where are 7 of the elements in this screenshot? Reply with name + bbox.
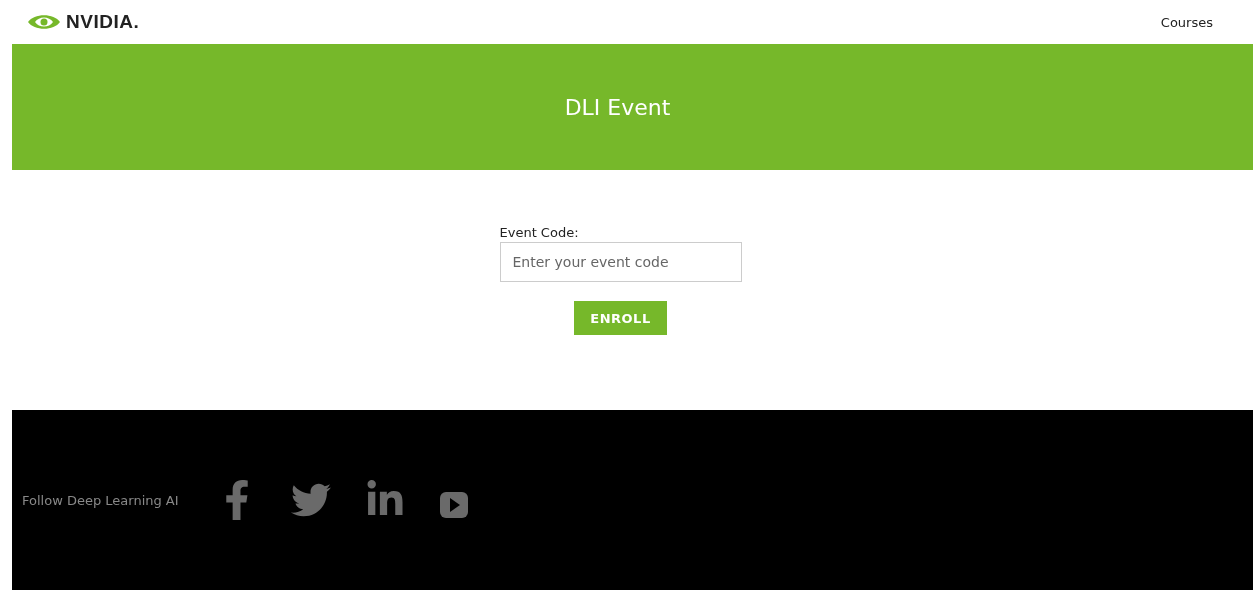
page-title: DLI Event	[564, 94, 672, 120]
courses-link[interactable]: Courses	[1160, 14, 1213, 30]
follow-text: Follow Deep Learning AI	[22, 492, 179, 508]
logo-wordmark: NVIDIA.	[66, 11, 140, 33]
logo-icon	[26, 12, 62, 32]
event-code-field[interactable]: Enter your event code	[499, 242, 742, 282]
event-code-label: Event Code:	[499, 225, 579, 240]
